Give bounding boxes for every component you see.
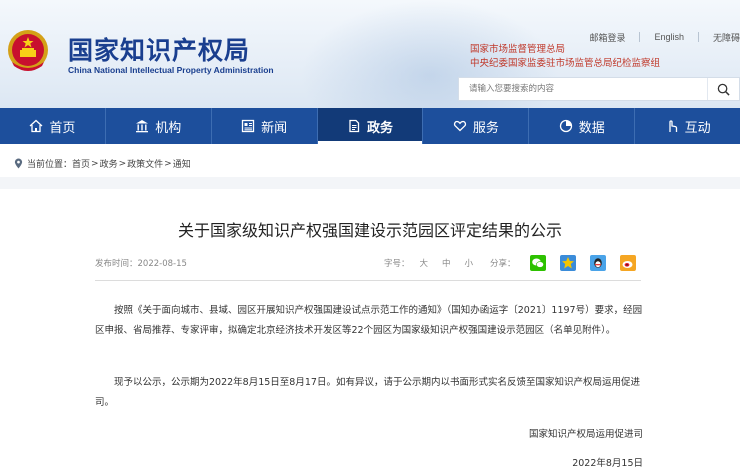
top-link-divider [639, 32, 641, 42]
nav-services-label: 服务 [472, 120, 499, 136]
section-divider [0, 177, 740, 189]
nav-news[interactable]: 新闻 [212, 108, 318, 144]
breadcrumb-separator: > [91, 158, 99, 169]
font-size-small[interactable]: 小 [465, 257, 474, 269]
home-icon [29, 119, 43, 133]
share-qq-button[interactable] [589, 255, 606, 271]
national-emblem-icon [8, 30, 48, 71]
site-header: 国家知识产权局 China National Intellectual Prop… [0, 0, 740, 108]
site-title: 国家知识产权局 [68, 36, 251, 65]
share-weibo-button[interactable] [619, 255, 636, 271]
nav-interaction[interactable]: 互动 [635, 108, 740, 144]
location-pin-icon [14, 158, 23, 169]
search-icon [717, 83, 730, 96]
nav-institution[interactable]: 机构 [106, 108, 212, 144]
document-icon [349, 119, 360, 133]
font-size-control: 字号： 大 中 小 [384, 257, 487, 269]
publish-date: 发布时间：2022-08-15 [95, 259, 187, 269]
share-label: 分享： [490, 259, 516, 269]
top-links: 邮箱登录 English 无障碍 [589, 30, 740, 44]
breadcrumb-home[interactable]: 首页 [72, 157, 90, 170]
breadcrumb-policy-documents[interactable]: 政策文件 [127, 157, 163, 170]
discipline-inspection-link[interactable]: 中央纪委国家监委驻市场监管总局纪检监察组 [470, 57, 660, 71]
breadcrumb-government-affairs[interactable]: 政务 [100, 157, 118, 170]
search-input[interactable] [459, 78, 705, 100]
breadcrumb-separator: > [118, 158, 127, 169]
article-paragraph-1: 按照《关于面向城市、县域、园区开展知识产权强国建设试点示范工作的通知》（国知办函… [95, 305, 643, 336]
font-size-label: 字号： [384, 259, 410, 269]
pie-chart-icon [559, 119, 572, 133]
accessibility-link[interactable]: 无障碍 [713, 31, 740, 44]
org-links: 国家市场监督管理总局 中央纪委国家监委驻市场监管总局纪检监察组 [470, 43, 660, 71]
site-title-english: China National Intellectual Property Adm… [68, 65, 274, 75]
institution-icon [136, 120, 149, 133]
signature-date: 2022年8月15日 [572, 458, 643, 469]
nav-news-label: 新闻 [261, 120, 288, 136]
news-icon [241, 119, 255, 133]
main-nav: 首页 机构 新闻 政务 服务 数据 互动 [0, 108, 740, 144]
nav-interaction-label: 互动 [684, 120, 711, 136]
article-paragraph-2: 现予以公示，公示期为2022年8月15日至8月17日。如有异议，请于公示期内以书… [95, 377, 640, 408]
qzone-icon [559, 255, 576, 271]
search-button[interactable] [707, 78, 739, 100]
weibo-icon [619, 255, 636, 271]
breadcrumb: 当前位置： 首页 > 政务 > 政策文件 > 通知 [14, 157, 191, 170]
nav-home-label: 首页 [49, 120, 76, 136]
title-rule [95, 280, 641, 281]
qq-icon [589, 255, 606, 271]
heart-hand-icon [453, 120, 466, 132]
english-link[interactable]: English [654, 32, 684, 42]
breadcrumb-notice[interactable]: 通知 [173, 157, 191, 170]
nav-institution-label: 机构 [155, 120, 182, 136]
wechat-icon [529, 255, 546, 271]
search-box [458, 77, 740, 101]
hand-pointer-icon [668, 120, 677, 132]
nav-home[interactable]: 首页 [0, 108, 106, 144]
breadcrumb-separator: > [164, 158, 172, 169]
signature-organization: 国家知识产权局运用促进司 [528, 429, 643, 440]
top-link-divider [697, 32, 699, 42]
share-qzone-button[interactable] [559, 255, 576, 271]
nav-government-affairs-label: 政务 [367, 120, 394, 136]
nav-government-affairs[interactable]: 政务 [317, 108, 424, 144]
font-size-large[interactable]: 大 [420, 257, 429, 269]
nav-data-label: 数据 [578, 120, 605, 136]
breadcrumb-prefix: 当前位置： [27, 160, 73, 170]
email-login-link[interactable]: 邮箱登录 [589, 31, 625, 44]
nav-data[interactable]: 数据 [529, 108, 636, 144]
share-bar: 分享： [490, 255, 650, 271]
nav-services[interactable]: 服务 [423, 108, 530, 144]
samr-link[interactable]: 国家市场监督管理总局 [470, 43, 660, 57]
font-size-medium[interactable]: 中 [442, 257, 451, 269]
article-title: 关于国家级知识产权强国建设示范园区评定结果的公示 [177, 221, 562, 240]
share-wechat-button[interactable] [529, 255, 546, 271]
